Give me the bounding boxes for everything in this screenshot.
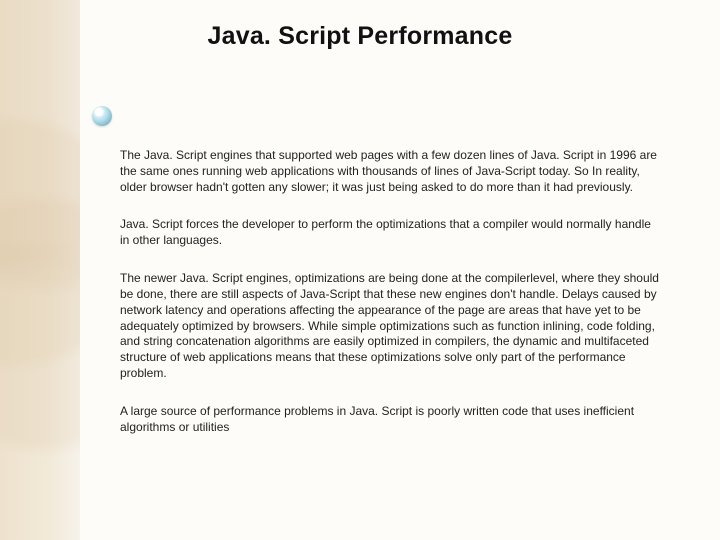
slide-body: The Java. Script engines that supported …	[120, 148, 660, 458]
slide-title: Java. Script Performance	[0, 22, 720, 51]
paragraph-3: The newer Java. Script engines, optimiza…	[120, 271, 660, 382]
decorative-orb-icon	[92, 106, 112, 126]
slide-background-texture	[0, 0, 80, 540]
paragraph-2: Java. Script forces the developer to per…	[120, 217, 660, 249]
paragraph-1: The Java. Script engines that supported …	[120, 148, 660, 195]
paragraph-4: A large source of performance problems i…	[120, 404, 660, 436]
